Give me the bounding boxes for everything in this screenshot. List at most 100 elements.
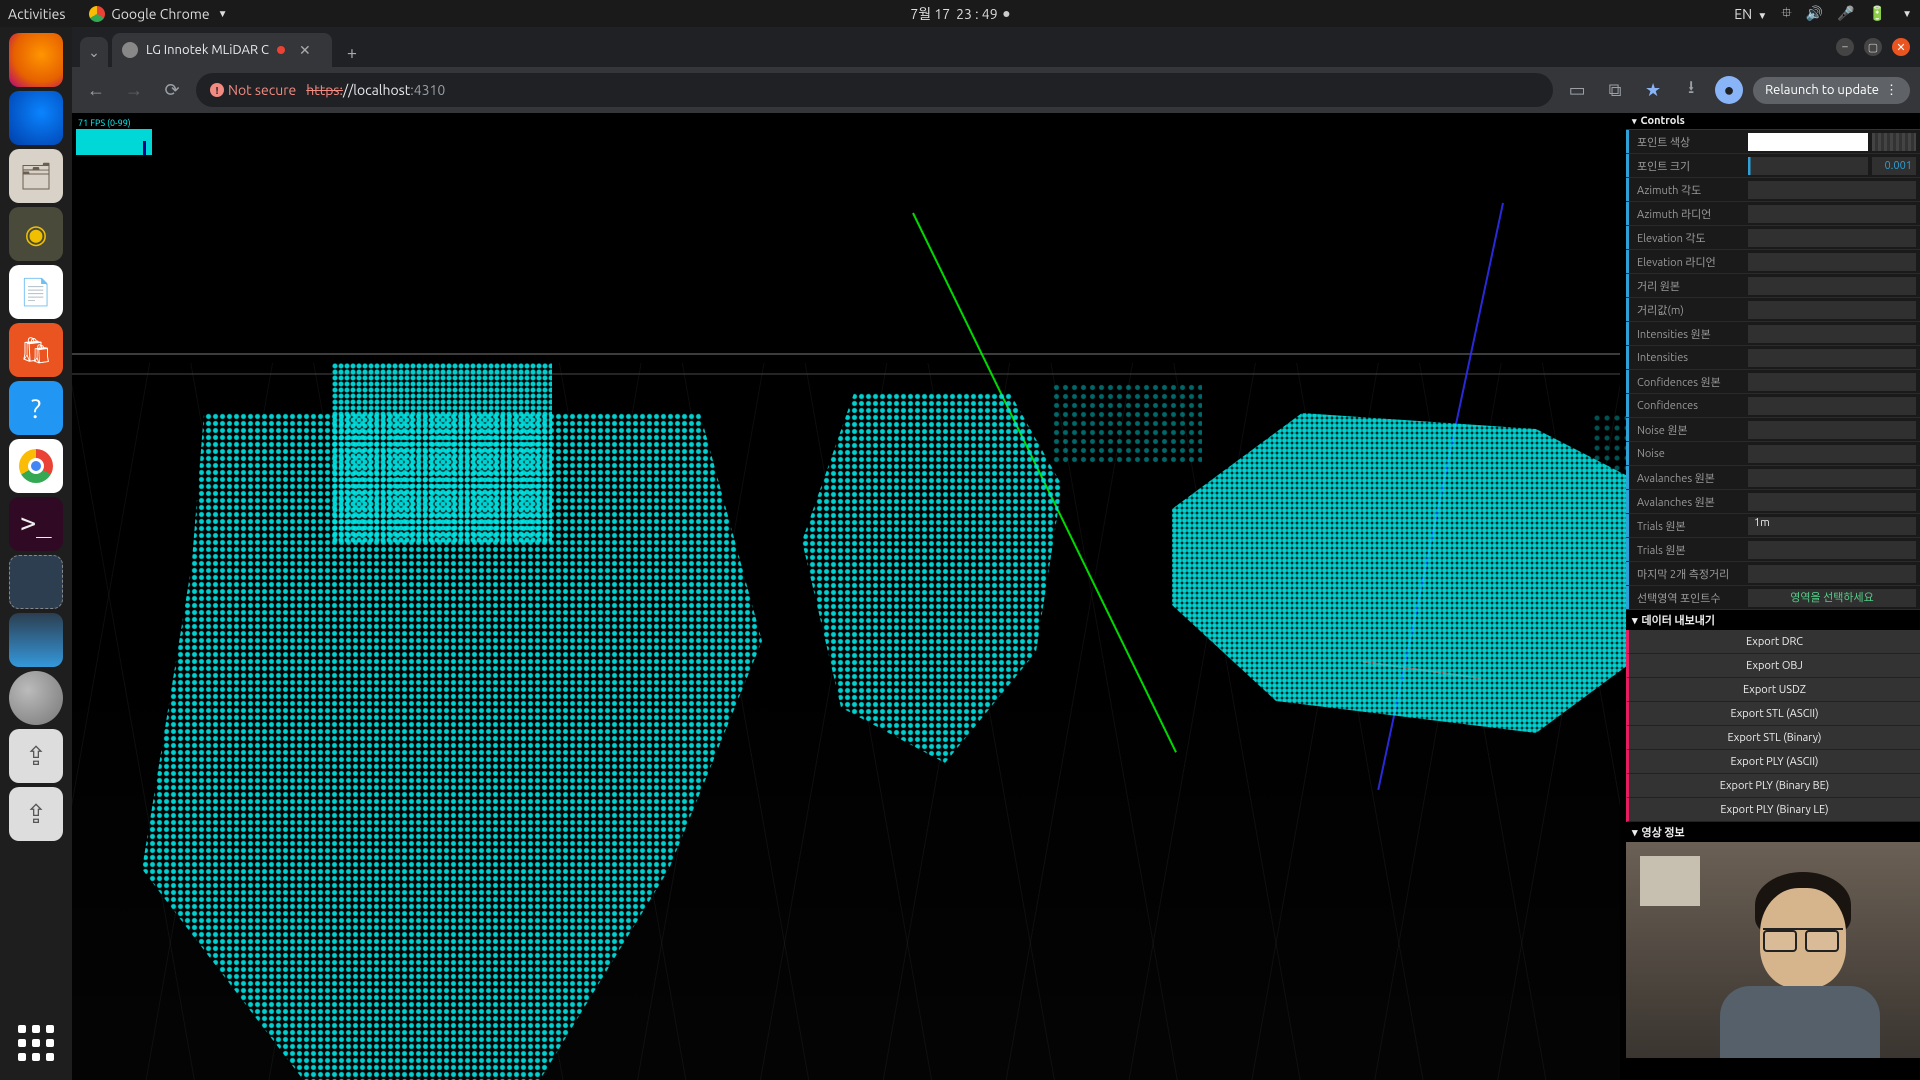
mic-icon[interactable]: 🎤 xyxy=(1837,5,1854,22)
dock-files[interactable]: 🗂 xyxy=(9,149,63,203)
search-tabs-button[interactable]: ⌄ xyxy=(80,37,108,67)
window-maximize-button[interactable]: ▢ xyxy=(1864,38,1882,56)
point-size-slider[interactable] xyxy=(1748,157,1868,175)
favicon-icon xyxy=(122,42,138,58)
trials-raw2-label: Trials 원본 xyxy=(1626,538,1744,561)
warning-icon: ! xyxy=(210,83,224,97)
export-usdz-button[interactable]: Export USDZ xyxy=(1626,678,1920,702)
dock-show-apps[interactable] xyxy=(9,1016,63,1070)
fps-label: 71 FPS (0-99) xyxy=(76,117,152,129)
dock-app-gray[interactable] xyxy=(9,671,63,725)
battery-icon[interactable]: 🔋 xyxy=(1869,5,1886,22)
intensities-raw-label: Intensities 원본 xyxy=(1626,322,1744,345)
relaunch-button[interactable]: Relaunch to update ⋮ xyxy=(1753,77,1910,104)
chevron-down-icon: ▾ xyxy=(1632,614,1638,627)
video-section-header[interactable]: ▾영상 정보 xyxy=(1626,822,1920,842)
point-color-input[interactable] xyxy=(1748,133,1868,151)
camera-icon[interactable]: ▭ xyxy=(1563,76,1591,104)
noise-field[interactable] xyxy=(1748,445,1916,463)
controls-section-header[interactable]: ▾Controls xyxy=(1626,113,1920,130)
export-ply-binary-le-button[interactable]: Export PLY (Binary LE) xyxy=(1626,798,1920,822)
export-ply-binary-be-button[interactable]: Export PLY (Binary BE) xyxy=(1626,774,1920,798)
dock-chrome[interactable] xyxy=(9,439,63,493)
export-stl-binary-button[interactable]: Export STL (Binary) xyxy=(1626,726,1920,750)
relaunch-label: Relaunch to update xyxy=(1765,83,1879,97)
dock-firefox[interactable] xyxy=(9,33,63,87)
chevron-down-icon: ▾ xyxy=(1632,826,1638,839)
point-size-value[interactable]: 0.001 xyxy=(1872,157,1916,175)
forward-button[interactable]: → xyxy=(120,76,148,104)
activities-button[interactable]: Activities xyxy=(8,6,65,22)
noise-label: Noise xyxy=(1626,442,1744,465)
azimuth-deg-field[interactable] xyxy=(1748,181,1916,199)
last2-dist-label: 마지막 2개 측정거리 xyxy=(1626,562,1744,585)
dock-writer[interactable]: 📄 xyxy=(9,265,63,319)
elevation-deg-field[interactable] xyxy=(1748,229,1916,247)
azimuth-rad-label: Azimuth 라디언 xyxy=(1626,202,1744,225)
new-tab-button[interactable]: + xyxy=(338,39,366,67)
address-bar[interactable]: ! Not secure https://localhost:4310 xyxy=(196,73,1553,107)
close-tab-button[interactable]: ✕ xyxy=(299,42,311,59)
dock-terminal[interactable]: >_ xyxy=(9,497,63,551)
url-text: https://localhost:4310 xyxy=(306,82,445,98)
app-menu[interactable]: Google Chrome ▼ xyxy=(89,6,227,22)
elevation-rad-label: Elevation 라디언 xyxy=(1626,250,1744,273)
chevron-down-icon[interactable]: ▼ xyxy=(1902,8,1912,20)
confidences-raw-field[interactable] xyxy=(1748,373,1916,391)
bookmark-button[interactable]: ★ xyxy=(1639,76,1667,104)
tab-title: LG Innotek MLiDAR C xyxy=(146,43,269,57)
mic-blocked-icon[interactable]: ⧉ xyxy=(1601,76,1629,104)
last2-dist-field[interactable] xyxy=(1748,565,1916,583)
dist-raw-field[interactable] xyxy=(1748,277,1916,295)
intensities-field[interactable] xyxy=(1748,349,1916,367)
trials-raw-field[interactable]: 1m xyxy=(1748,517,1916,535)
export-drc-button[interactable]: Export DRC xyxy=(1626,630,1920,654)
avalanches-raw-field[interactable] xyxy=(1748,469,1916,487)
point-cloud xyxy=(1052,383,1202,463)
dock-thunderbird[interactable] xyxy=(9,91,63,145)
dock-software[interactable]: 🛍 xyxy=(9,323,63,377)
dock-imageviewer[interactable] xyxy=(9,613,63,667)
downloads-button[interactable]: ⭳ xyxy=(1677,76,1705,104)
export-ply-ascii-button[interactable]: Export PLY (ASCII) xyxy=(1626,750,1920,774)
lang-indicator[interactable]: EN ▼ xyxy=(1734,6,1767,22)
dock-usb2[interactable]: ⇪ xyxy=(9,787,63,841)
color-swatch[interactable] xyxy=(1872,133,1916,151)
clock[interactable]: 7월 17 23 : 49 xyxy=(910,4,1009,24)
security-indicator[interactable]: ! Not secure xyxy=(210,82,296,98)
dock-rhythmbox[interactable]: ◉ xyxy=(9,207,63,261)
dock-screenshot[interactable] xyxy=(9,555,63,609)
dist-raw-label: 거리 원본 xyxy=(1626,274,1744,297)
elevation-rad-field[interactable] xyxy=(1748,253,1916,271)
volume-icon[interactable]: 🔊 xyxy=(1806,5,1823,22)
sel-points-field[interactable]: 영역을 선택하세요 xyxy=(1748,589,1916,607)
chrome-icon xyxy=(89,6,105,22)
export-stl-ascii-button[interactable]: Export STL (ASCII) xyxy=(1626,702,1920,726)
confidences-field[interactable] xyxy=(1748,397,1916,415)
date-label: 7월 17 xyxy=(910,4,950,24)
trials-raw2-field[interactable] xyxy=(1748,541,1916,559)
export-obj-button[interactable]: Export OBJ xyxy=(1626,654,1920,678)
reload-button[interactable]: ⟳ xyxy=(158,76,186,104)
camera-preview xyxy=(1626,842,1920,1058)
dock-help[interactable]: ? xyxy=(9,381,63,435)
dock-usb1[interactable]: ⇪ xyxy=(9,729,63,783)
window-close-button[interactable]: ✕ xyxy=(1892,38,1910,56)
not-secure-label: Not secure xyxy=(228,82,296,98)
noise-raw-field[interactable] xyxy=(1748,421,1916,439)
avalanches-raw2-label: Avalanches 원본 xyxy=(1626,490,1744,513)
window-minimize-button[interactable]: – xyxy=(1836,38,1854,56)
lidar-viewport[interactable]: 71 FPS (0-99) ▾Controls 포인트 색상 포인트 크기0.0… xyxy=(72,113,1920,1080)
browser-tab[interactable]: LG Innotek MLiDAR C ✕ xyxy=(112,33,332,67)
network-icon[interactable]: ⯐ xyxy=(1781,2,1792,26)
time-label: 23 : 49 xyxy=(956,6,997,22)
export-section-header[interactable]: ▾데이터 내보내기 xyxy=(1626,610,1920,630)
back-button[interactable]: ← xyxy=(82,76,110,104)
profile-button[interactable]: ● xyxy=(1715,76,1743,104)
avalanches-raw2-field[interactable] xyxy=(1748,493,1916,511)
azimuth-rad-field[interactable] xyxy=(1748,205,1916,223)
intensities-raw-field[interactable] xyxy=(1748,325,1916,343)
trials-raw-label: Trials 원본 xyxy=(1626,514,1744,537)
chrome-toolbar: ← → ⟳ ! Not secure https://localhost:431… xyxy=(72,67,1920,113)
dist-m-field[interactable] xyxy=(1748,301,1916,319)
